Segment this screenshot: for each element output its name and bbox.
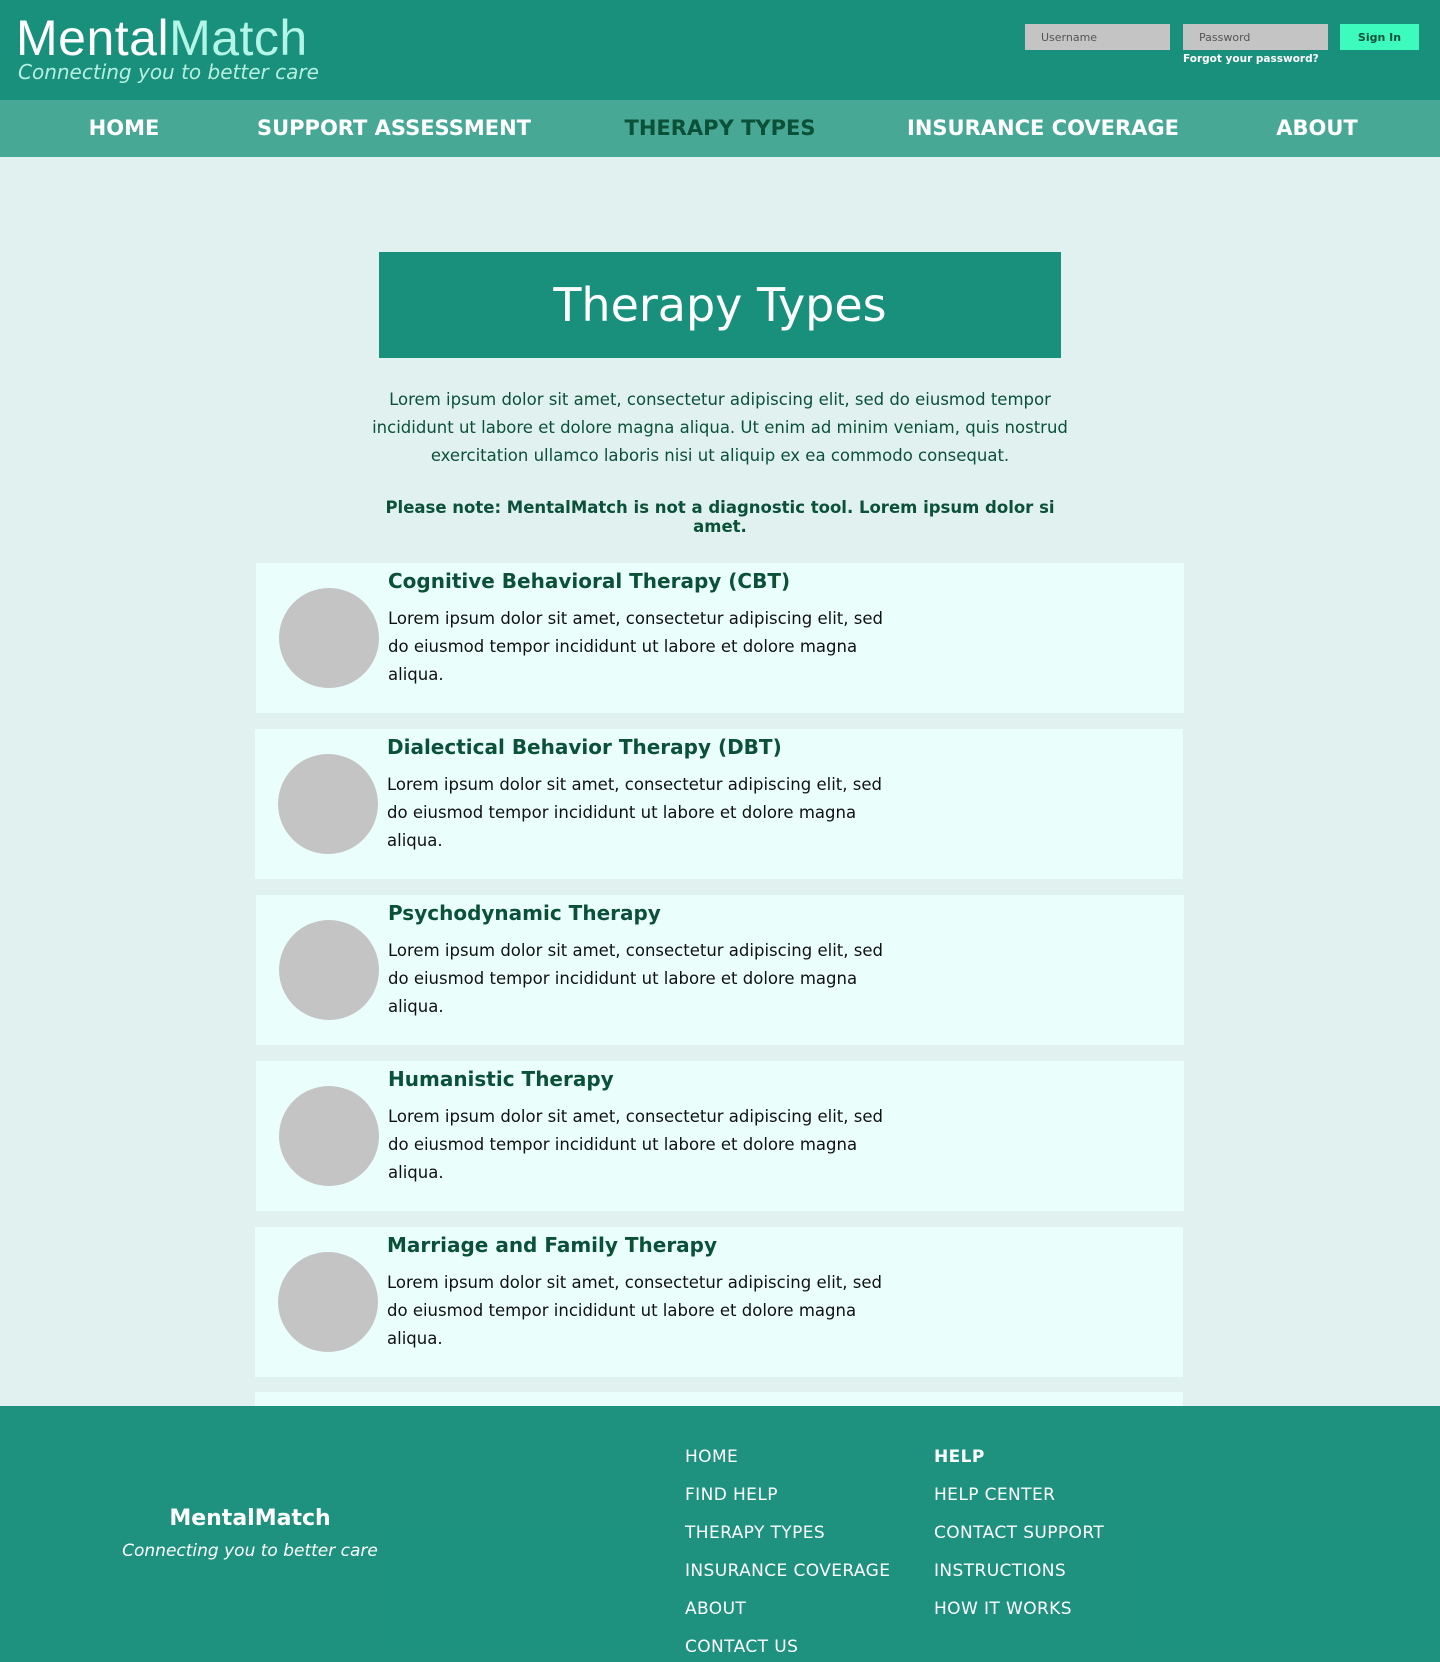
therapy-image-placeholder — [279, 1086, 379, 1186]
therapy-image-placeholder — [278, 754, 378, 854]
footer-nav-column: HOME FIND HELP THERAPY TYPES INSURANCE C… — [685, 1438, 890, 1662]
footer-link-help-center[interactable]: HELP CENTER — [934, 1476, 1104, 1514]
nav-item-insurance-coverage[interactable]: INSURANCE COVERAGE — [907, 100, 1179, 157]
therapy-card-title: Humanistic Therapy — [388, 1067, 614, 1091]
footer-link-home[interactable]: HOME — [685, 1438, 890, 1476]
footer-link-instructions[interactable]: INSTRUCTIONS — [934, 1552, 1104, 1590]
therapy-card-description: Lorem ipsum dolor sit amet, consectetur … — [388, 941, 883, 1016]
logo-accent: Match — [169, 10, 308, 66]
site-footer: MentalMatch Connecting you to better car… — [0, 1406, 1440, 1662]
site-tagline: Connecting you to better care — [18, 60, 319, 84]
main-nav: HOME SUPPORT ASSESSMENT THERAPY TYPES IN… — [0, 100, 1440, 157]
therapy-image-placeholder — [279, 588, 379, 688]
therapy-card-description: Lorem ipsum dolor sit amet, consectetur … — [388, 1107, 883, 1182]
therapy-card-cbt[interactable]: Cognitive Behavioral Therapy (CBT) Lorem… — [256, 563, 1184, 713]
footer-link-contact-us[interactable]: CONTACT US — [685, 1628, 890, 1662]
footer-link-contact-support[interactable]: CONTACT SUPPORT — [934, 1514, 1104, 1552]
therapy-card-title: Marriage and Family Therapy — [387, 1233, 718, 1257]
footer-link-therapy-types[interactable]: THERAPY TYPES — [685, 1514, 890, 1552]
therapy-card-marriage-family[interactable]: Marriage and Family Therapy Lorem ipsum … — [255, 1227, 1183, 1377]
therapy-card-title: Cognitive Behavioral Therapy (CBT) — [388, 569, 791, 593]
footer-brand: MentalMatch — [169, 1506, 331, 1531]
therapy-card-title: Dialectical Behavior Therapy (DBT) — [387, 735, 782, 759]
username-input[interactable] — [1025, 24, 1170, 50]
password-input[interactable] — [1183, 24, 1328, 50]
footer-link-insurance-coverage[interactable]: INSURANCE COVERAGE — [685, 1552, 890, 1590]
nav-item-therapy-types[interactable]: THERAPY TYPES — [625, 100, 816, 157]
therapy-card-psychodynamic[interactable]: Psychodynamic Therapy Lorem ipsum dolor … — [256, 895, 1184, 1045]
nav-item-about[interactable]: ABOUT — [1276, 100, 1358, 157]
therapy-card-humanistic[interactable]: Humanistic Therapy Lorem ipsum dolor sit… — [256, 1061, 1184, 1211]
footer-link-about[interactable]: ABOUT — [685, 1590, 890, 1628]
site-header: MentalMatch Connecting you to better car… — [0, 0, 1440, 100]
footer-help-column: HELP HELP CENTER CONTACT SUPPORT INSTRUC… — [934, 1438, 1104, 1628]
therapy-image-placeholder — [278, 1252, 378, 1352]
therapy-card-description: Lorem ipsum dolor sit amet, consectetur … — [388, 609, 883, 684]
therapy-card-description: Lorem ipsum dolor sit amet, consectetur … — [387, 775, 882, 850]
intro-text: Lorem ipsum dolor sit amet, consectetur … — [372, 390, 1068, 465]
page-title-banner: Therapy Types — [379, 252, 1061, 358]
footer-link-find-help[interactable]: FIND HELP — [685, 1476, 890, 1514]
nav-item-home[interactable]: HOME — [89, 100, 160, 157]
sign-in-button[interactable]: Sign In — [1340, 24, 1419, 50]
page-title: Therapy Types — [553, 278, 887, 332]
therapy-card-dbt[interactable]: Dialectical Behavior Therapy (DBT) Lorem… — [255, 729, 1183, 879]
therapy-image-placeholder — [279, 920, 379, 1020]
footer-help-heading: HELP — [934, 1447, 985, 1467]
site-logo[interactable]: MentalMatch — [16, 10, 308, 66]
therapy-card-description: Lorem ipsum dolor sit amet, consectetur … — [387, 1273, 882, 1348]
footer-tagline: Connecting you to better care — [122, 1541, 378, 1561]
forgot-password-link[interactable]: Forgot your password? — [1183, 53, 1319, 65]
therapy-card-title: Psychodynamic Therapy — [388, 901, 661, 925]
disclaimer-note: Please note: MentalMatch is not a diagno… — [385, 498, 1055, 536]
footer-link-how-it-works[interactable]: HOW IT WORKS — [934, 1590, 1104, 1628]
nav-item-support-assessment[interactable]: SUPPORT ASSESSMENT — [257, 100, 531, 157]
logo-main: Mental — [16, 10, 170, 66]
